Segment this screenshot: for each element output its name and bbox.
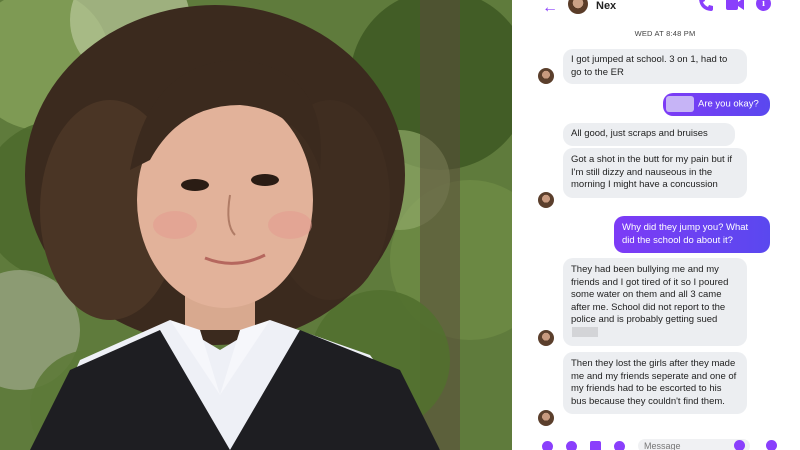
incoming-message[interactable]: I got jumped at school. 3 on 1, had to g… [563, 49, 747, 85]
incoming-message[interactable]: They had been bullying me and my friends… [563, 258, 747, 346]
microphone-icon[interactable] [614, 441, 625, 450]
incoming-message-text: They had been bullying me and my friends… [571, 264, 729, 326]
like-icon[interactable] [766, 440, 777, 450]
outgoing-message[interactable]: Are you okay? [663, 93, 770, 116]
incoming-message[interactable]: Then they lost the girls after they made… [563, 352, 747, 415]
apps-icon[interactable] [542, 441, 553, 450]
phone-call-icon[interactable] [698, 0, 714, 12]
message-timestamp: WED AT 8:48 PM [634, 29, 696, 38]
contact-avatar[interactable] [568, 0, 588, 14]
incoming-message[interactable]: Got a shot in the butt for my pain but i… [563, 148, 747, 198]
portrait-photo [0, 0, 512, 450]
chat-header: ← Nex i [530, 0, 800, 22]
video-call-icon[interactable] [726, 0, 744, 11]
sender-avatar [538, 330, 554, 346]
outgoing-message[interactable]: Why did they jump you? What did the scho… [614, 216, 770, 254]
portrait-illustration [0, 0, 512, 450]
incoming-message[interactable]: All good, just scraps and bruises [563, 123, 735, 146]
gallery-icon[interactable] [590, 441, 601, 450]
emoji-icon[interactable] [734, 440, 745, 450]
sender-avatar [538, 192, 554, 208]
messenger-chat-panel: ← Nex i WED AT 8:48 PM I got jumped at s… [530, 0, 800, 450]
contact-name[interactable]: Nex [596, 0, 616, 12]
info-icon[interactable]: i [756, 0, 771, 11]
panel-divider [512, 0, 530, 450]
back-arrow-icon[interactable]: ← [542, 0, 558, 16]
outgoing-message-text: Are you okay? [698, 98, 759, 110]
camera-icon[interactable] [566, 441, 577, 450]
sender-avatar [538, 68, 554, 84]
redaction-box [572, 327, 598, 338]
blurred-name [666, 96, 694, 112]
message-composer: Message [530, 436, 800, 450]
sender-avatar [538, 410, 554, 426]
